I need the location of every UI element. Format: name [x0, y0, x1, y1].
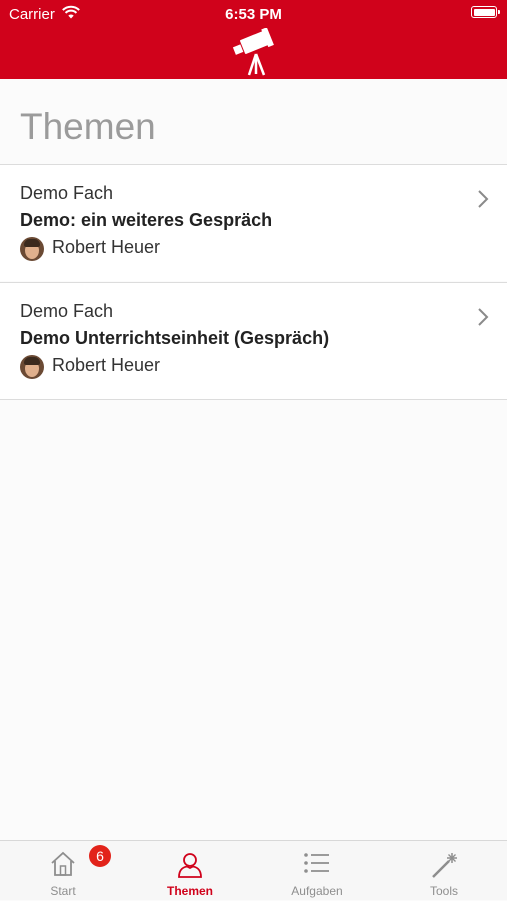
topic-title: Demo: ein weiteres Gespräch — [20, 210, 273, 230]
tab-aufgaben[interactable]: Aufgaben — [254, 841, 380, 901]
tab-tools[interactable]: Tools — [381, 841, 507, 901]
tab-label: Tools — [429, 884, 458, 898]
avatar — [20, 237, 44, 261]
page-title: Themen — [20, 106, 156, 147]
topic-subject: Demo Fach — [20, 301, 114, 321]
tab-start[interactable]: Start 6 — [0, 841, 126, 901]
topic-title: Demo Unterrichtseinheit (Gespräch) — [20, 328, 330, 348]
topic-teacher: Robert Heuer — [52, 355, 161, 375]
topic-teacher: Robert Heuer — [52, 237, 161, 257]
magic-wand-icon — [432, 853, 457, 878]
battery-icon — [471, 6, 500, 18]
topic-row[interactable]: Demo Fach Demo Unterrichtseinheit (Gespr… — [0, 283, 507, 399]
divider — [0, 399, 507, 400]
list-icon — [304, 853, 329, 873]
chevron-right-icon — [478, 308, 489, 326]
notification-badge: 6 — [89, 845, 111, 867]
topic-subject: Demo Fach — [20, 183, 114, 203]
header-bar: Carrier 6:53 PM — [0, 0, 507, 79]
telescope-icon — [232, 28, 274, 76]
tab-label: Themen — [166, 884, 213, 898]
avatar — [20, 355, 44, 379]
person-icon — [178, 853, 202, 878]
clock: 6:53 PM — [225, 6, 282, 23]
tab-themen[interactable]: Themen — [127, 841, 253, 901]
tab-label: Start — [50, 884, 76, 898]
home-icon — [51, 851, 75, 876]
chevron-right-icon — [478, 190, 489, 208]
tab-label: Aufgaben — [291, 884, 343, 898]
tab-bar: Start 6 Themen Aufgaben Tools — [0, 840, 507, 900]
topic-row[interactable]: Demo Fach Demo: ein weiteres Gespräch Ro… — [0, 165, 507, 281]
